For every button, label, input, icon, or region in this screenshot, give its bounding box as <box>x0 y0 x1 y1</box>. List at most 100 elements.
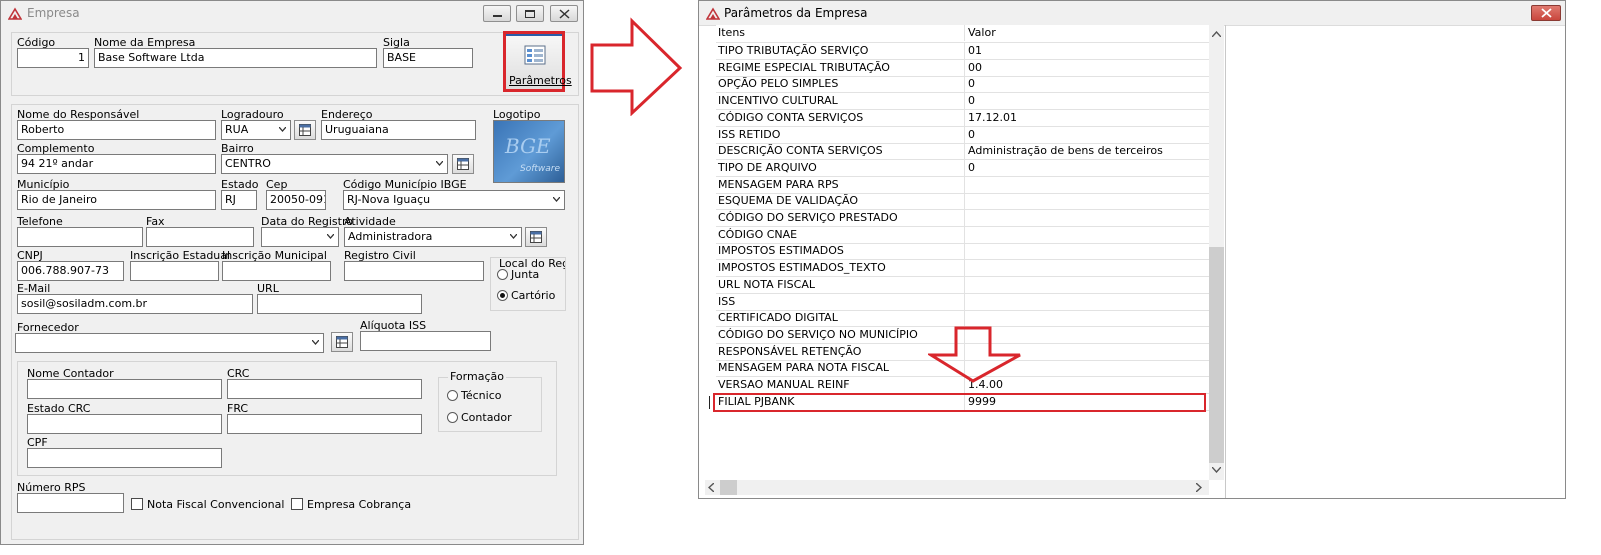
insc-municipal-field[interactable] <box>222 261 331 281</box>
chevron-left-icon[interactable] <box>708 483 714 492</box>
cartorio-radio[interactable] <box>497 290 508 301</box>
valor-cell[interactable]: Administração de bens de terceiros <box>966 143 1209 159</box>
valor-cell[interactable] <box>966 310 1209 326</box>
url-field[interactable] <box>257 294 422 314</box>
item-cell[interactable]: REGIME ESPECIAL TRIBUTAÇÃO <box>716 59 965 76</box>
logradouro-lookup-button[interactable] <box>294 120 316 140</box>
item-cell[interactable]: IMPOSTOS ESTIMADOS <box>716 243 965 260</box>
cobranca-checkbox[interactable] <box>291 498 303 510</box>
estado-field[interactable]: RJ <box>221 190 257 210</box>
aliquota-field[interactable] <box>360 331 491 351</box>
table-row[interactable]: MENSAGEM PARA RPS <box>716 176 1209 194</box>
maximize-button[interactable] <box>516 5 544 22</box>
item-cell[interactable]: INCENTIVO CULTURAL <box>716 93 965 110</box>
fornecedor-select[interactable] <box>15 333 324 353</box>
chevron-right-icon[interactable] <box>1196 483 1202 492</box>
valor-cell[interactable] <box>966 193 1209 209</box>
chevron-up-icon[interactable] <box>1212 31 1221 37</box>
table-row[interactable]: TIPO TRIBUTAÇÃO SERVIÇO 01 <box>716 43 1209 60</box>
fax-field[interactable] <box>146 227 254 247</box>
valor-cell[interactable] <box>966 277 1209 293</box>
item-cell[interactable]: IMPOSTOS ESTIMADOS_TEXTO <box>716 260 965 277</box>
valor-cell[interactable] <box>966 260 1209 276</box>
registro-civil-field[interactable] <box>344 261 484 281</box>
item-cell[interactable]: CERTIFICADO DIGITAL <box>716 310 965 327</box>
item-cell[interactable]: ISS <box>716 293 965 310</box>
nome-field[interactable]: Base Software Ltda <box>94 48 377 68</box>
parametros-button[interactable]: Parâmetros <box>503 31 572 92</box>
empresa-titlebar[interactable]: Empresa <box>1 1 583 25</box>
table-row[interactable]: ISS <box>716 293 1209 311</box>
email-field[interactable]: sosil@sosiladm.com.br <box>17 294 253 314</box>
valor-cell[interactable]: 00 <box>966 60 1209 76</box>
municipio-field[interactable]: Rio de Janeiro <box>17 190 216 210</box>
item-cell[interactable]: CÓDIGO CONTA SERVIÇOS <box>716 109 965 126</box>
item-cell[interactable]: OPÇÃO PELO SIMPLES <box>716 76 965 93</box>
item-cell[interactable]: TIPO TRIBUTAÇÃO SERVIÇO <box>716 43 965 59</box>
contador-radio[interactable] <box>447 412 458 423</box>
estado-crc-field[interactable] <box>27 414 222 434</box>
atividade-select[interactable]: Administradora <box>344 227 522 247</box>
valor-cell[interactable]: 0 <box>966 127 1209 143</box>
table-row[interactable]: DESCRIÇÃO CONTA SERVIÇOS Administração de… <box>716 143 1209 161</box>
item-cell[interactable]: TIPO DE ARQUIVO <box>716 159 965 176</box>
horizontal-scrollbar[interactable] <box>705 480 1209 495</box>
table-row[interactable]: CÓDIGO CNAE <box>716 226 1209 244</box>
valor-cell[interactable]: 0 <box>966 76 1209 92</box>
fornecedor-lookup-button[interactable] <box>331 332 353 352</box>
item-cell[interactable]: ESQUEMA DE VALIDAÇÃO <box>716 193 965 210</box>
codigo-field[interactable]: 1 <box>17 48 89 68</box>
table-row[interactable]: REGIME ESPECIAL TRIBUTAÇÃO 00 <box>716 59 1209 77</box>
item-cell[interactable]: CÓDIGO DO SERVIÇO PRESTADO <box>716 210 965 226</box>
table-row[interactable]: ESQUEMA DE VALIDAÇÃO <box>716 193 1209 211</box>
parametros-close-button[interactable] <box>1531 5 1561 21</box>
atividade-lookup-button[interactable] <box>525 227 547 247</box>
vertical-scrollbar[interactable] <box>1209 25 1224 480</box>
item-cell[interactable]: CÓDIGO CNAE <box>716 226 965 243</box>
parametros-titlebar[interactable]: Parâmetros da Empresa <box>699 1 1565 26</box>
valor-cell[interactable] <box>966 243 1209 259</box>
valor-cell[interactable] <box>966 294 1209 310</box>
parametros-grid[interactable]: Itens Valor TIPO TRIBUTAÇÃO SERVIÇO 01 REG… <box>716 25 1209 495</box>
tecnico-radio[interactable] <box>447 390 458 401</box>
bairro-select[interactable]: CENTRO <box>221 154 448 174</box>
valor-cell[interactable] <box>966 210 1209 226</box>
ibge-select[interactable]: RJ-Nova Iguaçu <box>343 190 565 210</box>
data-registro-select[interactable] <box>261 227 339 247</box>
cep-field[interactable]: 20050-091 <box>266 190 326 210</box>
valor-cell[interactable]: 01 <box>966 43 1209 59</box>
table-row[interactable]: IMPOSTOS ESTIMADOS <box>716 243 1209 261</box>
cpf-field[interactable] <box>27 448 222 468</box>
table-row[interactable]: URL NOTA FISCAL <box>716 276 1209 294</box>
table-row[interactable]: INCENTIVO CULTURAL 0 <box>716 93 1209 111</box>
table-row[interactable]: CÓDIGO DO SERVIÇO PRESTADO <box>716 210 1209 227</box>
sigla-field[interactable]: BASE <box>383 48 473 68</box>
valor-cell[interactable]: 17.12.01 <box>966 110 1209 126</box>
logradouro-select[interactable]: RUA <box>221 120 291 140</box>
contador-field[interactable] <box>27 379 222 399</box>
item-cell[interactable]: URL NOTA FISCAL <box>716 276 965 293</box>
close-button[interactable] <box>550 5 578 22</box>
item-cell[interactable]: DESCRIÇÃO CONTA SERVIÇOS <box>716 143 965 160</box>
numero-rps-field[interactable] <box>17 493 124 513</box>
crc-field[interactable] <box>227 379 422 399</box>
telefone-field[interactable] <box>17 227 143 247</box>
valor-cell[interactable]: 0 <box>966 160 1209 176</box>
endereco-field[interactable]: Uruguaiana <box>321 120 476 140</box>
bairro-lookup-button[interactable] <box>452 154 474 174</box>
nota-fiscal-checkbox[interactable] <box>131 498 143 510</box>
vertical-scroll-thumb[interactable] <box>1209 247 1224 463</box>
horizontal-scroll-thumb[interactable] <box>720 480 737 495</box>
table-row[interactable]: CÓDIGO CONTA SERVIÇOS 17.12.01 <box>716 109 1209 127</box>
minimize-button[interactable] <box>483 5 511 22</box>
table-row[interactable]: ISS RETIDO 0 <box>716 126 1209 144</box>
item-cell[interactable]: MENSAGEM PARA RPS <box>716 176 965 193</box>
frc-field[interactable] <box>227 414 422 434</box>
table-row[interactable]: TIPO DE ARQUIVO 0 <box>716 159 1209 177</box>
valor-cell[interactable] <box>966 227 1209 243</box>
complemento-field[interactable]: 94 21º andar <box>17 154 216 174</box>
responsavel-field[interactable]: Roberto <box>17 120 216 140</box>
table-row[interactable]: IMPOSTOS ESTIMADOS_TEXTO <box>716 260 1209 278</box>
header-valor[interactable]: Valor <box>966 25 1209 41</box>
logo-image[interactable]: BGE Software <box>493 120 565 183</box>
